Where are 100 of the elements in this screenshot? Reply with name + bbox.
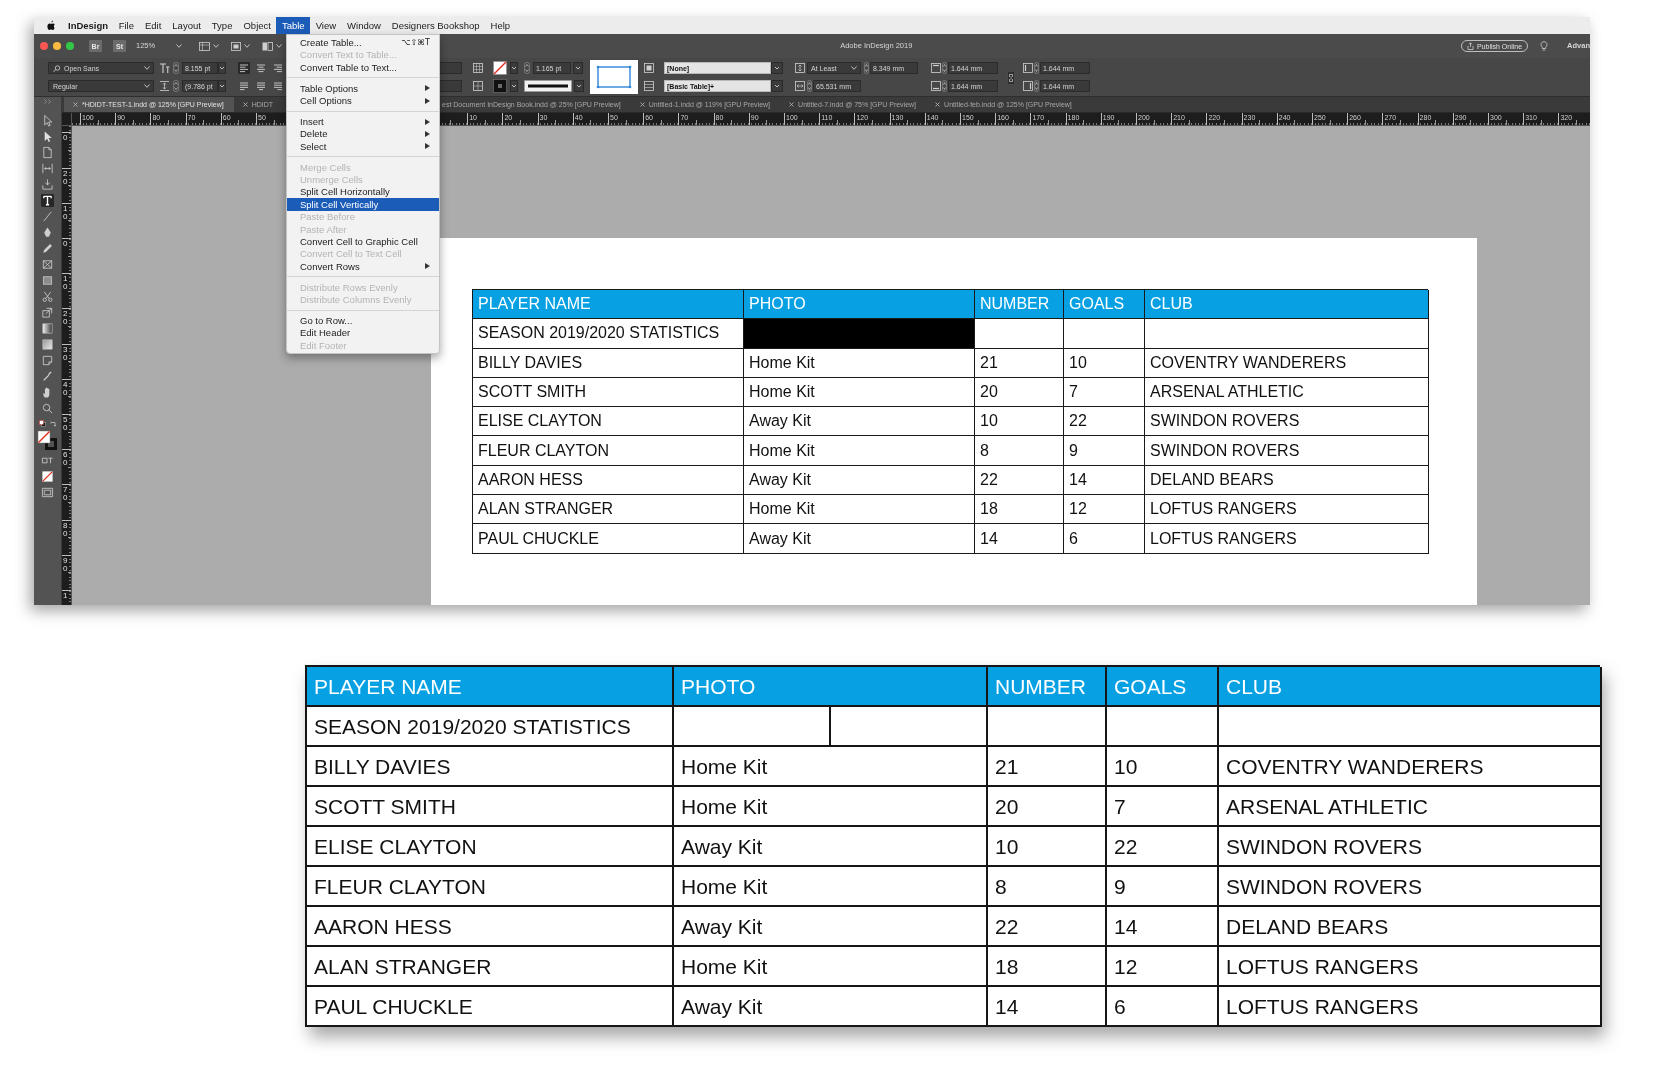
stepper-icon[interactable] (942, 80, 947, 92)
menu-item[interactable]: Convert Cell to Graphic Cell (287, 235, 439, 248)
stepper-icon[interactable] (864, 62, 869, 74)
close-icon[interactable] (639, 102, 645, 107)
fill-stroke-icon[interactable] (37, 430, 58, 451)
menu-item[interactable]: Go to Row... (287, 314, 439, 327)
none-swatch-icon[interactable] (493, 61, 507, 75)
align-center-icon[interactable] (255, 62, 267, 74)
frame-icon[interactable] (41, 258, 54, 271)
rectangle-icon[interactable] (41, 274, 54, 287)
link-icon[interactable] (1007, 71, 1015, 85)
inset-bottom-icon[interactable] (931, 81, 941, 91)
layout-grid-icon[interactable] (262, 41, 274, 51)
stepper-icon[interactable] (173, 62, 179, 74)
caret-icon[interactable] (510, 80, 518, 92)
justify-center-icon[interactable] (255, 80, 267, 92)
caret-icon[interactable] (218, 62, 226, 74)
menu-item[interactable]: Convert Table to Text... (287, 61, 439, 74)
scissors-icon[interactable] (41, 290, 54, 303)
table-style-icon[interactable] (644, 81, 654, 91)
stepper-icon[interactable] (942, 62, 947, 74)
caret-icon[interactable] (573, 62, 583, 74)
menu-item[interactable]: Table Options (287, 82, 439, 95)
close-icon[interactable] (935, 102, 941, 107)
menu-item[interactable]: Convert Rows (287, 260, 439, 273)
menu-item[interactable]: Insert (287, 115, 439, 128)
caret-icon[interactable] (771, 80, 783, 92)
zoom-icon[interactable] (41, 402, 54, 415)
stepper-icon[interactable] (173, 80, 179, 92)
default-colors-icon[interactable] (38, 420, 46, 427)
column-width-icon[interactable] (795, 81, 805, 91)
align-right-icon[interactable] (272, 62, 284, 74)
screen-mode-icon[interactable] (41, 486, 54, 499)
input-field[interactable] (438, 62, 462, 74)
menu-item[interactable]: Edit Header (287, 326, 439, 340)
screen-mode-icon[interactable] (231, 41, 242, 51)
pointer-icon[interactable] (41, 114, 54, 127)
feather-gradient-icon[interactable] (41, 338, 54, 351)
stroke-type-field[interactable] (524, 80, 572, 92)
align-left-icon[interactable] (238, 62, 250, 74)
table-grid-icon[interactable] (473, 63, 483, 73)
inset-top-icon[interactable] (931, 63, 941, 73)
menu-item[interactable]: Split Cell Horizontally (287, 185, 439, 199)
apple-logo-icon[interactable] (47, 20, 56, 31)
lightbulb-icon[interactable] (1540, 41, 1549, 51)
menu-bar-item[interactable]: Type (206, 17, 238, 34)
input-field[interactable] (438, 80, 462, 92)
transform-icon[interactable] (41, 306, 54, 319)
stroke-swatch-icon[interactable] (493, 79, 507, 93)
app-menu[interactable]: InDesign (63, 17, 114, 34)
window-close-icon[interactable] (40, 42, 48, 50)
stepper-icon[interactable] (807, 80, 812, 92)
note-icon[interactable] (41, 354, 54, 367)
stepper-icon[interactable] (1034, 80, 1039, 92)
inset-left-icon[interactable] (1023, 63, 1033, 73)
menu-bar-item[interactable]: Help (485, 17, 516, 34)
menu-bar-item[interactable]: View (310, 17, 342, 34)
window-maximize-icon[interactable] (66, 42, 74, 50)
submenu-arrow-icon[interactable] (425, 263, 430, 270)
eyedropper-icon[interactable] (41, 370, 54, 383)
menu-item[interactable]: Create Table... ⌥⇧⌘T (287, 36, 439, 49)
caret-icon[interactable] (574, 80, 584, 92)
menu-bar-item[interactable]: Window (341, 17, 387, 34)
menu-item[interactable]: Split Cell Vertically (287, 198, 439, 211)
cell-style-icon[interactable] (644, 63, 654, 73)
close-icon[interactable] (73, 102, 78, 107)
caret-icon[interactable] (218, 80, 226, 92)
menu-bar-item[interactable]: File (113, 17, 140, 34)
row-height-icon[interactable] (795, 63, 805, 73)
pen-nib-icon[interactable] (41, 226, 54, 239)
stepper-icon[interactable] (1034, 62, 1039, 74)
font-size-icon[interactable] (159, 62, 170, 74)
justify-right-icon[interactable] (272, 80, 284, 92)
window-minimize-icon[interactable] (53, 42, 61, 50)
gradient-square-icon[interactable] (41, 322, 54, 335)
menu-bar-item[interactable]: Edit (139, 17, 167, 34)
guides-icon[interactable] (199, 41, 211, 51)
stepper-icon[interactable] (524, 62, 530, 74)
table-grid-icon[interactable] (473, 81, 483, 91)
menu-item[interactable]: Select (287, 140, 439, 153)
swap-arrow-icon[interactable] (49, 420, 57, 427)
menu-bar-item[interactable]: Object (237, 17, 277, 34)
close-icon[interactable] (242, 102, 248, 107)
leading-icon[interactable] (159, 80, 170, 92)
close-icon[interactable] (789, 102, 795, 107)
menu-bar-item[interactable]: Designers Bookshop (386, 17, 486, 34)
menu-item[interactable]: Delete (287, 127, 439, 141)
pencil-icon[interactable] (41, 242, 54, 255)
justify-left-icon[interactable] (238, 80, 250, 92)
gap-arrows-icon[interactable] (41, 162, 54, 175)
share-icon[interactable] (1466, 42, 1474, 50)
caret-icon[interactable] (510, 62, 518, 74)
inset-right-icon[interactable] (1023, 81, 1033, 91)
menu-item[interactable]: Cell Options (287, 94, 439, 107)
page-icon[interactable] (41, 146, 54, 159)
none-swatch-icon[interactable] (41, 470, 54, 483)
type-tool-icon[interactable] (41, 194, 54, 207)
caret-icon[interactable] (771, 62, 783, 74)
menu-bar-item[interactable]: Layout (166, 17, 207, 34)
menu-bar-item[interactable]: Table (276, 17, 311, 34)
